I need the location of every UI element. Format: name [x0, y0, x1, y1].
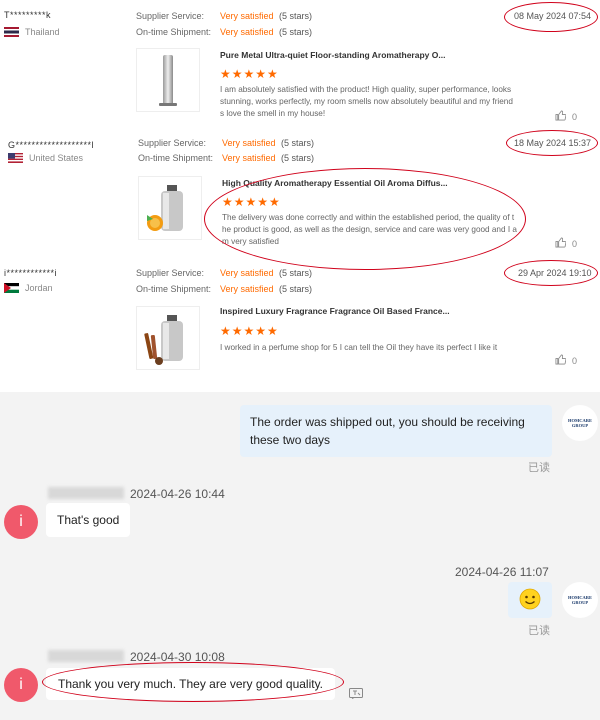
like-button[interactable]: 0	[555, 354, 577, 367]
reviewer-name: i************i	[4, 268, 58, 278]
product-thumbnail[interactable]	[138, 176, 202, 240]
rating-stars: ★★★★★	[220, 324, 279, 338]
like-button[interactable]: 0	[555, 237, 577, 250]
oil-bottle-image	[147, 185, 183, 231]
product-thumbnail[interactable]	[136, 48, 200, 112]
fragrance-bottle-image	[144, 315, 183, 365]
supplier-service-value: Very satisfied	[220, 268, 274, 278]
chat-panel: The order was shipped out, you should be…	[0, 392, 600, 720]
review-item: T*********k Thailand Supplier Service: V…	[0, 0, 600, 130]
company-logo-avatar: HOMCARE GROUP	[562, 582, 598, 618]
smiley-emoji-icon	[519, 588, 541, 613]
company-logo-avatar: HOMCARE GROUP	[562, 405, 598, 441]
supplier-service-value: Very satisfied	[222, 138, 276, 148]
review-text: I am absolutely satisfied with the produ…	[220, 85, 513, 118]
like-count: 0	[572, 355, 578, 366]
shipment-stars: (5 stars)	[279, 284, 313, 294]
thailand-flag-icon	[4, 27, 19, 37]
shipment-label: On-time Shipment:	[138, 153, 214, 163]
review-text: I worked in a perfume shop for 5 I can t…	[220, 343, 498, 352]
translate-icon[interactable]	[349, 687, 363, 705]
thumbs-up-icon	[555, 354, 567, 367]
product-title[interactable]: Pure Metal Ultra-quiet Floor-standing Ar…	[220, 50, 450, 60]
chat-message-bubble[interactable]: That's good	[46, 503, 131, 537]
annotation-circle	[506, 130, 598, 156]
reviewer-country: United States	[8, 153, 83, 163]
usa-flag-icon	[8, 153, 23, 163]
annotation-circle	[504, 2, 598, 32]
customer-avatar: i	[4, 505, 38, 539]
reviewer-name: T*********k	[4, 10, 52, 20]
supplier-service-label: Supplier Service:	[136, 11, 205, 21]
emoji-message-bubble[interactable]	[508, 582, 552, 618]
diffuser-image	[159, 55, 177, 106]
supplier-service-value: Very satisfied	[220, 11, 274, 21]
product-title[interactable]: Inspired Luxury Fragrance Fragrance Oil …	[220, 306, 450, 316]
annotation-circle	[204, 168, 526, 270]
reviewer-name: G*******************l	[8, 140, 95, 150]
supplier-service-label: Supplier Service:	[136, 268, 205, 278]
thumbs-up-icon	[555, 237, 567, 250]
rating-stars: ★★★★★	[220, 67, 279, 81]
shipment-label: On-time Shipment:	[136, 284, 212, 294]
shipment-label: On-time Shipment:	[136, 27, 212, 37]
supplier-service-stars: (5 stars)	[279, 11, 313, 21]
shipment-stars: (5 stars)	[279, 27, 313, 37]
sender-name-blurred	[48, 650, 124, 662]
sender-name-blurred	[48, 487, 124, 499]
reviewer-country: Jordan	[4, 283, 53, 293]
review-item: i************i Jordan Supplier Service: …	[0, 260, 600, 390]
supplier-service-label: Supplier Service:	[138, 138, 207, 148]
like-count: 0	[572, 111, 578, 122]
like-button[interactable]: 0	[555, 110, 577, 123]
review-item: G*******************l United States Supp…	[0, 130, 600, 270]
chat-message-bubble[interactable]: The order was shipped out, you should be…	[240, 405, 552, 457]
thumbs-up-icon	[555, 110, 567, 123]
supplier-service-stars: (5 stars)	[281, 138, 315, 148]
message-timestamp: 2024-04-26 11:07	[455, 565, 549, 579]
shipment-value: Very satisfied	[220, 27, 274, 37]
shipment-value: Very satisfied	[220, 284, 274, 294]
reviewer-country: Thailand	[4, 27, 60, 37]
shipment-stars: (5 stars)	[281, 153, 315, 163]
customer-avatar: i	[4, 668, 38, 702]
message-timestamp: 2024-04-26 10:44	[130, 487, 225, 501]
reviews-panel: T*********k Thailand Supplier Service: V…	[0, 0, 600, 392]
jordan-flag-icon	[4, 283, 19, 293]
product-thumbnail[interactable]	[136, 306, 200, 370]
like-count: 0	[572, 238, 578, 249]
read-status: 已读	[528, 625, 550, 637]
shipment-value: Very satisfied	[222, 153, 276, 163]
supplier-service-stars: (5 stars)	[279, 268, 313, 278]
annotation-circle	[42, 662, 344, 702]
annotation-circle	[504, 260, 598, 286]
read-status: 已读	[528, 462, 550, 474]
